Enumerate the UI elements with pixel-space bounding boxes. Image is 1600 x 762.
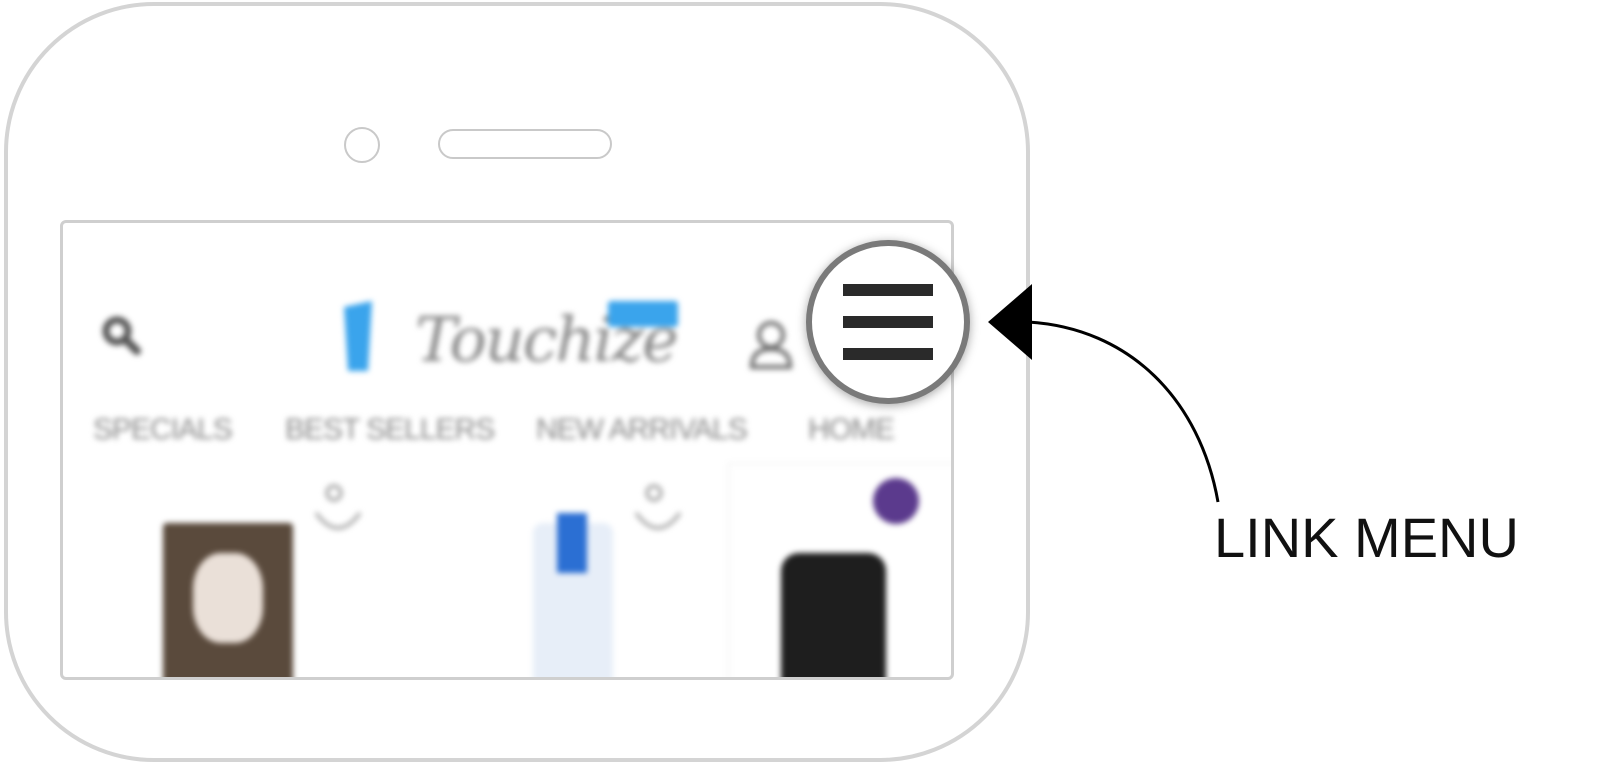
category-nav: SPECIALS BEST SELLERS NEW ARRIVALS HOME [93, 413, 951, 453]
hamburger-menu-button[interactable] [806, 240, 970, 404]
add-to-cart-icon[interactable] [308, 483, 368, 543]
product-bottle-cap [557, 513, 587, 573]
cart-logo-icon [344, 301, 372, 371]
phone-camera [344, 127, 380, 163]
hamburger-menu-icon [843, 284, 933, 360]
product-count-badge [873, 478, 919, 524]
product-image-2[interactable] [533, 513, 613, 677]
phone-speaker [438, 129, 612, 159]
product-image-1[interactable] [163, 523, 293, 677]
nav-item-specials[interactable]: SPECIALS [93, 413, 233, 447]
brand-badge [608, 301, 678, 327]
product-image-face [193, 553, 263, 643]
callout-arrow [988, 284, 1220, 503]
user-icon[interactable] [748, 317, 794, 369]
nav-item-new-arrivals[interactable]: NEW ARRIVALS [536, 413, 748, 447]
callout-label: LINK MENU [1214, 506, 1519, 569]
add-to-cart-icon[interactable] [628, 483, 688, 543]
nav-item-best-sellers[interactable]: BEST SELLERS [285, 413, 495, 447]
search-icon[interactable] [101, 315, 141, 355]
product-image-3[interactable] [781, 553, 886, 677]
nav-item-home[interactable]: HOME [808, 413, 895, 447]
